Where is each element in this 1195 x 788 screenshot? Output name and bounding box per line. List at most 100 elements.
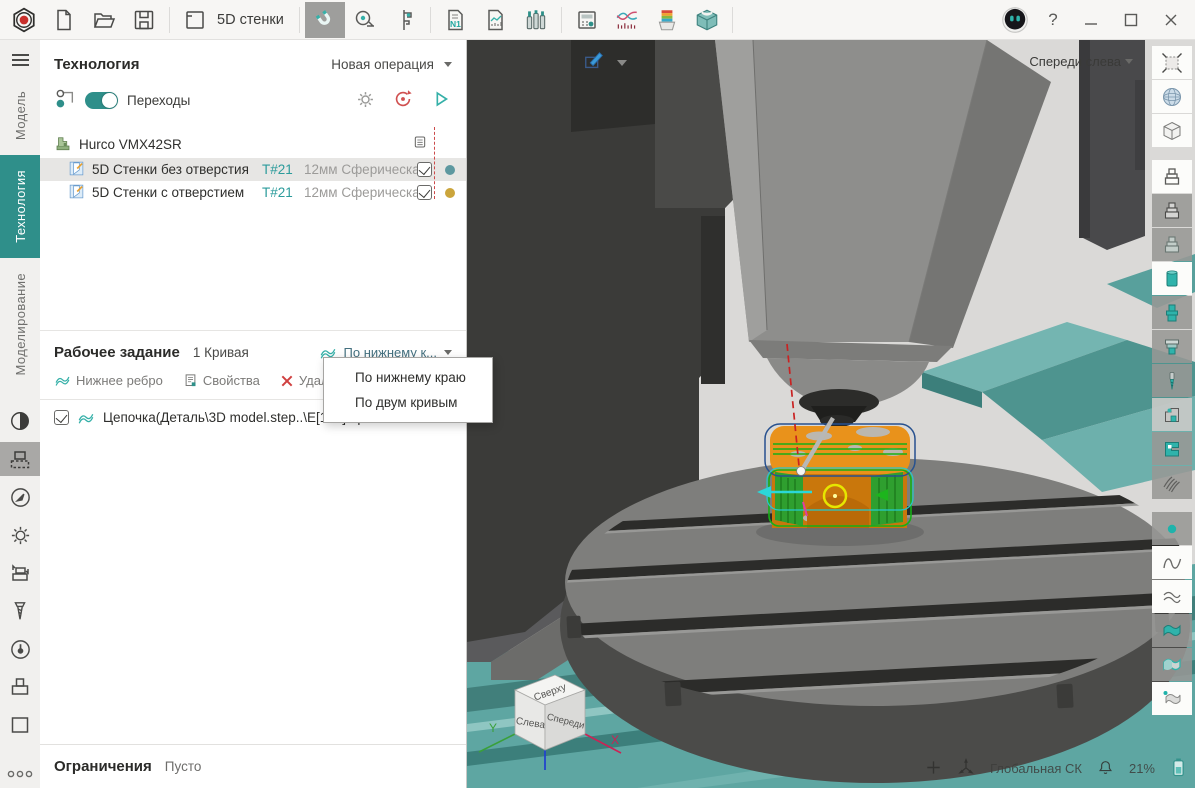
tool-display-button[interactable] — [1152, 364, 1192, 397]
tab-technology[interactable]: Технология — [0, 155, 40, 258]
machine-head-display-button[interactable] — [1152, 432, 1192, 465]
snap-magnet-button[interactable] — [305, 2, 345, 38]
chevron-down-icon — [444, 62, 452, 67]
new-document-button[interactable] — [44, 2, 84, 38]
operation-tool: T#21 — [262, 185, 304, 200]
toolpath-display-button[interactable] — [1152, 466, 1192, 499]
constraints-section[interactable]: Ограничения Пусто — [40, 744, 466, 788]
material-layers-button[interactable] — [647, 2, 687, 38]
open-folder-button[interactable] — [84, 2, 124, 38]
menu-hamburger-button[interactable] — [12, 54, 29, 66]
left-tab-strip: Модель Технология Моделирование — [0, 40, 40, 788]
curve-icon — [77, 411, 95, 425]
transitions-toggle[interactable] — [85, 92, 118, 109]
coordinate-system-label[interactable]: Глобальная СК — [990, 761, 1082, 776]
tab-modeling[interactable]: Моделирование — [0, 258, 40, 390]
chevron-down-icon — [444, 350, 452, 355]
transitions-filter-icon[interactable] — [54, 88, 76, 113]
show-curves-button[interactable] — [1152, 546, 1192, 579]
workpiece-step-button[interactable] — [1152, 330, 1192, 363]
operation-row[interactable]: 5D Стенки с отверстием T#21 12мм Сфериче… — [40, 181, 466, 204]
settings-gear-button[interactable] — [0, 518, 40, 552]
minimize-button[interactable] — [1071, 2, 1111, 38]
measure-tape-button[interactable] — [345, 2, 385, 38]
axis-y-label: Y — [489, 721, 497, 735]
transitions-label: Переходы — [127, 93, 190, 108]
show-surfaces-solid-button[interactable] — [1152, 614, 1192, 647]
machine-setup-button[interactable] — [0, 442, 40, 476]
new-operation-dropdown[interactable]: Новая операция — [331, 57, 452, 72]
workpiece-flange-button[interactable] — [1152, 296, 1192, 329]
recalculate-icon[interactable] — [392, 88, 414, 113]
show-surface-points-button[interactable] — [1152, 682, 1192, 715]
report-document-button[interactable] — [476, 2, 516, 38]
add-csys-button[interactable] — [925, 759, 942, 779]
operation-tool: T#21 — [262, 162, 304, 177]
lower-edge-button[interactable]: Нижнее ребро — [54, 373, 163, 388]
notifications-bell-icon[interactable] — [1097, 759, 1114, 779]
viewport-status-bar: Глобальная СК 21% — [925, 756, 1187, 781]
compass-button[interactable] — [0, 480, 40, 514]
operation-checkbox[interactable] — [417, 185, 432, 200]
operations-tree: Hurco VMX42SR 5D Стенки без отверстия T#… — [40, 131, 466, 204]
calculator-button[interactable] — [567, 2, 607, 38]
show-points-button[interactable] — [1152, 512, 1192, 545]
edit-sketch-icon[interactable] — [583, 50, 605, 75]
view-orientation-dropdown[interactable]: Спереди слева — [1029, 54, 1133, 69]
chain-label: Цепочка(Деталь\3D model.step..\E[188] Ц — [103, 410, 360, 425]
constraints-value: Пусто — [165, 759, 202, 774]
menu-item-lower-edge[interactable]: По нижнему краю — [324, 365, 492, 390]
workpiece-part[interactable] — [756, 424, 924, 546]
save-button[interactable] — [124, 2, 164, 38]
show-surfaces-shaded-button[interactable] — [1152, 648, 1192, 681]
nc-program-button[interactable]: N1 — [436, 2, 476, 38]
machine-node[interactable]: Hurco VMX42SR — [40, 131, 466, 158]
close-button[interactable] — [1151, 2, 1191, 38]
viewport-3d[interactable]: Сверху Слева Спереди Y X Спереди слева — [467, 40, 1195, 788]
axis-x-label: X — [611, 733, 619, 747]
operation-row[interactable]: 5D Стенки без отверстия T#21 12мм Сферич… — [40, 158, 466, 181]
tools-library-button[interactable] — [516, 2, 556, 38]
chevron-down-icon[interactable] — [617, 60, 627, 66]
fixture-display-button[interactable] — [1152, 398, 1192, 431]
curve-icon — [54, 374, 71, 387]
tool-drill-button[interactable] — [0, 594, 40, 628]
tab-model[interactable]: Модель — [0, 76, 40, 155]
ball-nose-tip — [797, 467, 806, 476]
properties-button[interactable]: Свойства — [183, 373, 260, 388]
run-simulation-play-icon[interactable] — [430, 88, 452, 113]
window-icon[interactable] — [175, 2, 215, 38]
stock-transform-button[interactable] — [0, 556, 40, 590]
machine-3d-scene[interactable]: Сверху Слева Спереди Y X — [467, 40, 1195, 788]
maximize-button[interactable] — [1111, 2, 1151, 38]
statistics-button[interactable] — [607, 2, 647, 38]
assistant-robot-button[interactable] — [995, 2, 1035, 38]
operation-status-dot — [445, 188, 455, 198]
caliper-button[interactable] — [385, 2, 425, 38]
stock-translucent-button[interactable] — [1152, 228, 1192, 261]
operations-list-icon[interactable] — [412, 135, 428, 154]
sphere-view-button[interactable] — [1152, 80, 1192, 113]
theme-contrast-icon[interactable] — [0, 404, 40, 438]
app-logo-icon — [4, 2, 44, 38]
stock-solid-button[interactable] — [1152, 194, 1192, 227]
coordinate-system-icon[interactable] — [957, 758, 975, 779]
battery-simulation-icon[interactable] — [1170, 756, 1187, 781]
operation-settings-gear-icon[interactable] — [355, 89, 376, 113]
show-surfaces-wire-button[interactable] — [1152, 580, 1192, 613]
operation-checkbox[interactable] — [417, 162, 432, 177]
press-fixture-button[interactable] — [0, 670, 40, 704]
workpiece-solid-button[interactable] — [1152, 262, 1192, 295]
chevron-down-icon — [1125, 59, 1133, 64]
gauge-button[interactable] — [0, 632, 40, 666]
more-options-icon[interactable] — [7, 767, 33, 782]
isometric-view-button[interactable] — [1152, 114, 1192, 147]
menu-item-two-curves[interactable]: По двум кривым — [324, 390, 492, 415]
stock-wireframe-button[interactable] — [1152, 160, 1192, 193]
blank-square-button[interactable] — [0, 708, 40, 742]
zoom-level: 21% — [1129, 761, 1155, 776]
zoom-fit-button[interactable] — [1152, 46, 1192, 79]
help-button[interactable]: ? — [1035, 10, 1071, 30]
chain-checkbox[interactable] — [54, 410, 69, 425]
stock-box-button[interactable] — [687, 2, 727, 38]
